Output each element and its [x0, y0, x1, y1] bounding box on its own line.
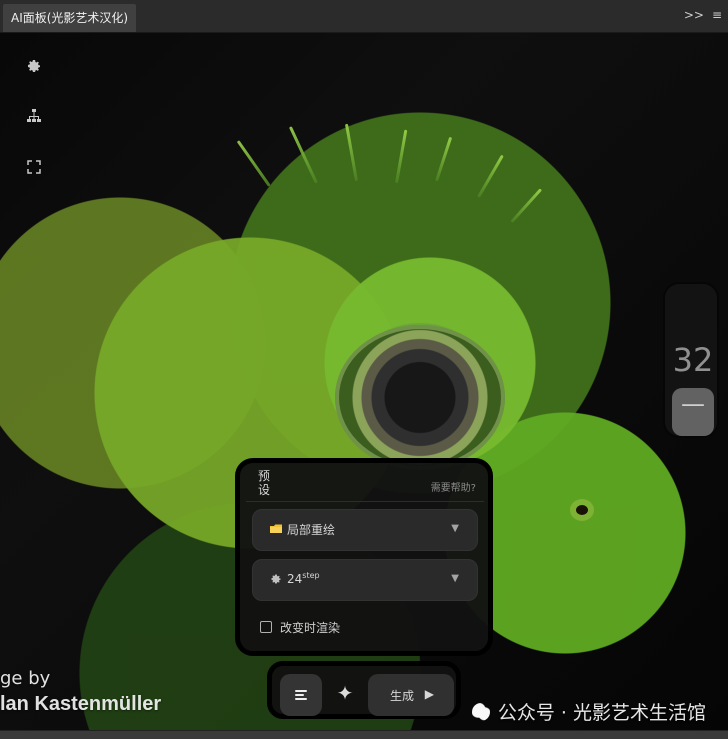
mode-select[interactable]: 局部重绘 ▼	[252, 509, 478, 551]
preset-title: 预设	[258, 469, 271, 497]
generate-button[interactable]: 生成 ▶	[368, 674, 454, 716]
spike-decoration	[510, 188, 543, 224]
watermark: 公众号 · 光影艺术生活馆	[471, 698, 706, 725]
menu-button[interactable]	[280, 674, 322, 716]
counter-value: 32	[672, 341, 714, 379]
menu-icon	[295, 690, 307, 700]
chevron-down-icon: ▼	[451, 523, 459, 534]
play-icon: ▶	[424, 687, 434, 701]
image-credit-line-1: ge by	[0, 668, 51, 689]
expand-icon[interactable]: >>	[684, 8, 704, 22]
gear-icon[interactable]	[24, 56, 44, 76]
panel-tab[interactable]: AI面板(光影艺术汉化)	[3, 4, 137, 32]
top-actions: >> ≡	[684, 8, 722, 22]
spike-decoration	[395, 129, 408, 184]
panel-header: AI面板(光影艺术汉化) >> ≡	[0, 0, 728, 33]
spike-decoration	[344, 123, 358, 182]
steps-select-label: 24step	[287, 571, 320, 586]
gear-icon	[269, 572, 283, 586]
help-link[interactable]: 需要帮助?	[431, 479, 476, 494]
wechat-icon	[471, 703, 490, 721]
spike-decoration	[477, 154, 504, 198]
generate-label: 生成	[390, 689, 415, 703]
preset-panel: 预设 需要帮助? 局部重绘 ▼ 24step ▼ 改变时渲染	[235, 458, 493, 656]
fullscreen-icon[interactable]	[24, 157, 44, 177]
creature-eye	[335, 325, 505, 470]
steps-unit: step	[302, 571, 320, 580]
menu-icon[interactable]: ≡	[712, 8, 722, 22]
app-window: AI面板(光影艺术汉化) >> ≡ 32 — 预设 需要帮助? 局部重绘 ▼ 2…	[0, 0, 728, 739]
preset-header: 预设 需要帮助?	[246, 467, 484, 502]
bottom-strip	[0, 730, 728, 739]
creature-nostril	[576, 505, 588, 515]
decrement-button[interactable]: —	[672, 388, 714, 436]
render-on-change-checkbox[interactable]	[260, 621, 272, 633]
spike-decoration	[236, 140, 271, 187]
image-credit-line-2: lan Kastenmüller	[0, 693, 162, 715]
spike-decoration	[288, 126, 318, 184]
hierarchy-icon[interactable]	[24, 106, 44, 126]
steps-value: 24	[287, 572, 303, 586]
watermark-text: 公众号 · 光影艺术生活馆	[497, 702, 706, 724]
spike-decoration	[435, 136, 453, 182]
steps-select[interactable]: 24step ▼	[252, 559, 478, 601]
chevron-down-icon: ▼	[451, 573, 459, 584]
side-counter-widget: 32 —	[663, 282, 719, 438]
spark-icon[interactable]: ✦	[334, 682, 356, 704]
bottom-action-bar: ✦ 生成 ▶	[267, 661, 461, 719]
mode-select-label: 局部重绘	[287, 523, 336, 537]
folder-icon	[269, 522, 283, 536]
render-on-change-label: 改变时渲染	[280, 621, 341, 635]
